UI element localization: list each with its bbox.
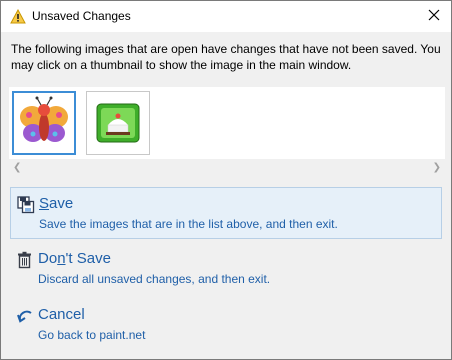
butterfly-image — [20, 96, 68, 142]
unsaved-changes-dialog: Unsaved Changes The following images tha… — [0, 0, 452, 360]
warning-icon — [10, 8, 26, 24]
save-button[interactable]: Save Save the images that are in the lis… — [10, 187, 442, 239]
chevron-left-icon[interactable]: ❮ — [13, 162, 21, 173]
close-button[interactable] — [417, 1, 451, 32]
save-icon — [17, 196, 35, 214]
cancel-description: Go back to paint.net — [38, 328, 146, 342]
save-title: Save — [39, 195, 74, 212]
thumbnail-butterfly[interactable] — [12, 91, 76, 155]
chevron-right-icon[interactable]: ❯ — [433, 162, 441, 173]
thumbnail-cake[interactable] — [86, 91, 150, 155]
dont-save-description: Discard all unsaved changes, and then ex… — [38, 272, 271, 286]
cancel-button[interactable]: Cancel Go back to paint.net — [10, 299, 442, 351]
close-icon — [428, 8, 440, 26]
trash-icon — [16, 251, 34, 269]
thumbnail-scrollbar[interactable]: ❮ ❯ — [9, 159, 445, 177]
cancel-title: Cancel — [38, 306, 85, 323]
dialog-title: Unsaved Changes — [32, 9, 131, 23]
intro-text: The following images that are open have … — [11, 42, 441, 72]
undo-arrow-icon — [16, 307, 34, 325]
dont-save-title: Don't Save — [38, 250, 111, 267]
dont-save-button[interactable]: Don't Save Discard all unsaved changes, … — [10, 243, 442, 295]
save-description: Save the images that are in the list abo… — [39, 217, 338, 231]
thumbnail-strip — [9, 87, 445, 159]
title-bar: Unsaved Changes — [1, 1, 451, 32]
cake-image — [96, 103, 140, 143]
